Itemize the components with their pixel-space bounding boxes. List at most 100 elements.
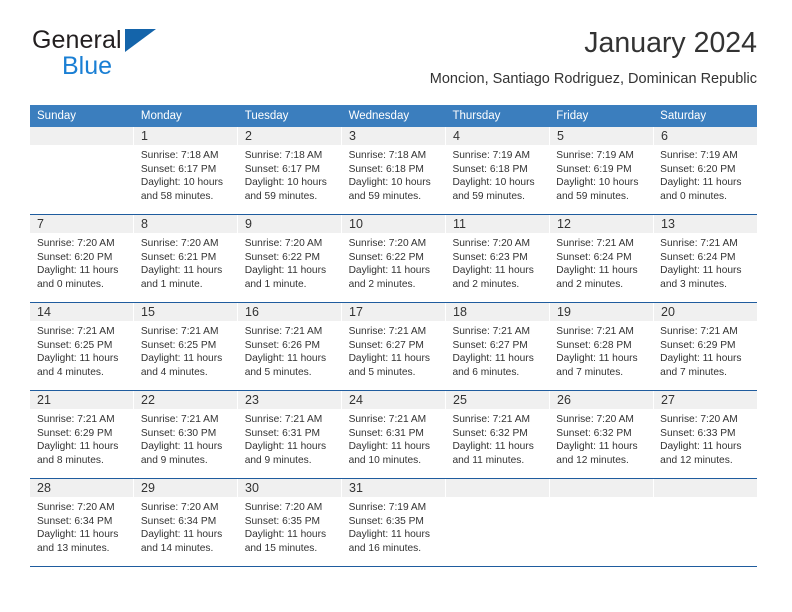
daylight-text: Daylight: 10 hours: [244, 177, 327, 189]
sunset-text: Sunset: 6:27 PM: [348, 339, 424, 351]
day-number[interactable]: 16: [238, 303, 342, 321]
day-number[interactable]: 7: [30, 215, 134, 233]
day-cell[interactable]: Sunrise: 7:21 AM Sunset: 6:26 PM Daylight:…: [238, 321, 342, 390]
day-number[interactable]: 2: [238, 127, 342, 145]
day-number[interactable]: 12: [550, 215, 654, 233]
page-title: January 2024: [584, 27, 757, 59]
sunset-text: Sunset: 6:20 PM: [660, 163, 736, 175]
day-number[interactable]: 26: [550, 391, 654, 409]
day-detail-row: Sunrise: 7:20 AM Sunset: 6:20 PM Daylight:…: [30, 233, 757, 302]
day-number[interactable]: 18: [446, 303, 550, 321]
daylight-text: Daylight: 11 hours: [244, 353, 327, 365]
sunrise-text: Sunrise: 7:20 AM: [556, 414, 634, 425]
day-number[interactable]: 8: [134, 215, 238, 233]
day-cell[interactable]: Sunrise: 7:20 AM Sunset: 6:21 PM Daylight:…: [134, 233, 238, 302]
general-blue-logo[interactable]: General Blue: [30, 26, 240, 86]
daylight-text-cont: and 8 minutes.: [37, 454, 104, 466]
day-cell[interactable]: Sunrise: 7:20 AM Sunset: 6:20 PM Daylight:…: [30, 233, 134, 302]
daylight-text-cont: and 0 minutes.: [37, 278, 104, 290]
day-number[interactable]: 10: [342, 215, 446, 233]
day-number[interactable]: 3: [342, 127, 446, 145]
weekday-header-sunday: Sunday: [37, 110, 77, 122]
day-cell[interactable]: Sunrise: 7:21 AM Sunset: 6:27 PM Daylight:…: [445, 321, 549, 390]
day-number[interactable]: 23: [238, 391, 342, 409]
sunrise-text: Sunrise: 7:21 AM: [140, 414, 219, 425]
page-header: General Blue January 2024 Moncion, Santi…: [30, 26, 757, 98]
day-cell[interactable]: Sunrise: 7:21 AM Sunset: 6:29 PM Daylight:…: [653, 321, 757, 390]
day-number[interactable]: 22: [134, 391, 238, 409]
daylight-text: Daylight: 11 hours: [452, 441, 534, 453]
day-cell[interactable]: Sunrise: 7:20 AM Sunset: 6:33 PM Daylight:…: [653, 409, 757, 478]
daylight-text-cont: and 59 minutes.: [452, 190, 525, 202]
sunrise-text: Sunrise: 7:21 AM: [452, 326, 531, 337]
day-cell[interactable]: Sunrise: 7:19 AM Sunset: 6:35 PM Daylight:…: [342, 497, 446, 566]
day-cell[interactable]: Sunrise: 7:21 AM Sunset: 6:24 PM Daylight:…: [549, 233, 653, 302]
daylight-text: Daylight: 11 hours: [140, 265, 223, 277]
day-number[interactable]: 31: [342, 479, 446, 497]
day-cell[interactable]: Sunrise: 7:20 AM Sunset: 6:35 PM Daylight:…: [238, 497, 342, 566]
day-cell[interactable]: Sunrise: 7:19 AM Sunset: 6:19 PM Daylight:…: [549, 145, 653, 214]
day-cell[interactable]: Sunrise: 7:21 AM Sunset: 6:27 PM Daylight:…: [342, 321, 446, 390]
day-cell[interactable]: Sunrise: 7:21 AM Sunset: 6:31 PM Daylight:…: [342, 409, 446, 478]
day-cell[interactable]: Sunrise: 7:19 AM Sunset: 6:20 PM Daylight:…: [653, 145, 757, 214]
day-number[interactable]: 29: [134, 479, 238, 497]
day-number[interactable]: 30: [238, 479, 342, 497]
daylight-text: Daylight: 11 hours: [556, 441, 638, 453]
day-number-row: 14 15 16 17 18 19 20: [30, 303, 757, 321]
day-number[interactable]: 1: [134, 127, 238, 145]
day-number[interactable]: 17: [342, 303, 446, 321]
day-number[interactable]: 21: [30, 391, 134, 409]
sunset-text: Sunset: 6:32 PM: [452, 427, 528, 439]
day-number[interactable]: 6: [654, 127, 757, 145]
day-number-row: 21 22 23 24 25 26 27: [30, 391, 757, 409]
day-number[interactable]: 28: [30, 479, 134, 497]
sunset-text: Sunset: 6:22 PM: [348, 251, 424, 263]
sunset-text: Sunset: 6:24 PM: [660, 251, 736, 263]
sunset-text: Sunset: 6:28 PM: [556, 339, 632, 351]
sunrise-text: Sunrise: 7:19 AM: [556, 150, 634, 161]
day-cell-empty: [549, 497, 653, 566]
day-cell[interactable]: Sunrise: 7:20 AM Sunset: 6:34 PM Daylight:…: [134, 497, 238, 566]
daylight-text: Daylight: 10 hours: [348, 177, 431, 189]
day-number[interactable]: 11: [446, 215, 550, 233]
day-number[interactable]: 15: [134, 303, 238, 321]
day-cell[interactable]: Sunrise: 7:18 AM Sunset: 6:18 PM Daylight:…: [342, 145, 446, 214]
day-cell[interactable]: Sunrise: 7:21 AM Sunset: 6:28 PM Daylight:…: [549, 321, 653, 390]
day-number[interactable]: 25: [446, 391, 550, 409]
day-cell[interactable]: Sunrise: 7:20 AM Sunset: 6:22 PM Daylight:…: [342, 233, 446, 302]
day-cell[interactable]: Sunrise: 7:19 AM Sunset: 6:18 PM Daylight:…: [445, 145, 549, 214]
day-cell[interactable]: Sunrise: 7:20 AM Sunset: 6:22 PM Daylight:…: [238, 233, 342, 302]
day-cell[interactable]: Sunrise: 7:18 AM Sunset: 6:17 PM Daylight:…: [238, 145, 342, 214]
sunset-text: Sunset: 6:27 PM: [452, 339, 528, 351]
day-cell[interactable]: Sunrise: 7:21 AM Sunset: 6:25 PM Daylight:…: [134, 321, 238, 390]
day-cell-empty: [30, 145, 134, 214]
day-number[interactable]: 20: [654, 303, 757, 321]
day-cell[interactable]: Sunrise: 7:20 AM Sunset: 6:23 PM Daylight:…: [445, 233, 549, 302]
day-cell[interactable]: Sunrise: 7:18 AM Sunset: 6:17 PM Daylight:…: [134, 145, 238, 214]
day-cell[interactable]: Sunrise: 7:21 AM Sunset: 6:24 PM Daylight:…: [653, 233, 757, 302]
day-cell[interactable]: Sunrise: 7:20 AM Sunset: 6:32 PM Daylight:…: [549, 409, 653, 478]
calendar-week-row: 21 22 23 24 25 26 27 Sunrise: 7:21 AM Sunset: 6:…: [30, 391, 757, 479]
sunrise-text: Sunrise: 7:21 AM: [348, 414, 427, 425]
daylight-text-cont: and 2 minutes.: [452, 278, 520, 290]
day-cell[interactable]: Sunrise: 7:21 AM Sunset: 6:25 PM Daylight:…: [30, 321, 134, 390]
day-cell[interactable]: Sunrise: 7:21 AM Sunset: 6:31 PM Daylight:…: [238, 409, 342, 478]
day-number[interactable]: 27: [654, 391, 757, 409]
day-cell[interactable]: Sunrise: 7:21 AM Sunset: 6:29 PM Daylight:…: [30, 409, 134, 478]
day-cell[interactable]: Sunrise: 7:21 AM Sunset: 6:32 PM Daylight:…: [445, 409, 549, 478]
sunrise-text: Sunrise: 7:20 AM: [348, 238, 427, 249]
day-number[interactable]: 14: [30, 303, 134, 321]
day-number[interactable]: 9: [238, 215, 342, 233]
daylight-text: Daylight: 11 hours: [348, 529, 430, 541]
day-cell[interactable]: Sunrise: 7:20 AM Sunset: 6:34 PM Daylight:…: [30, 497, 134, 566]
day-number-empty: [654, 479, 757, 497]
day-cell[interactable]: Sunrise: 7:21 AM Sunset: 6:30 PM Daylight:…: [134, 409, 238, 478]
day-number[interactable]: 4: [446, 127, 550, 145]
day-number[interactable]: 19: [550, 303, 654, 321]
day-number[interactable]: 13: [654, 215, 757, 233]
sunrise-text: Sunrise: 7:18 AM: [348, 150, 427, 161]
sunset-text: Sunset: 6:25 PM: [140, 339, 217, 351]
day-number[interactable]: 5: [550, 127, 654, 145]
sunrise-text: Sunrise: 7:21 AM: [348, 326, 427, 337]
day-number[interactable]: 24: [342, 391, 446, 409]
